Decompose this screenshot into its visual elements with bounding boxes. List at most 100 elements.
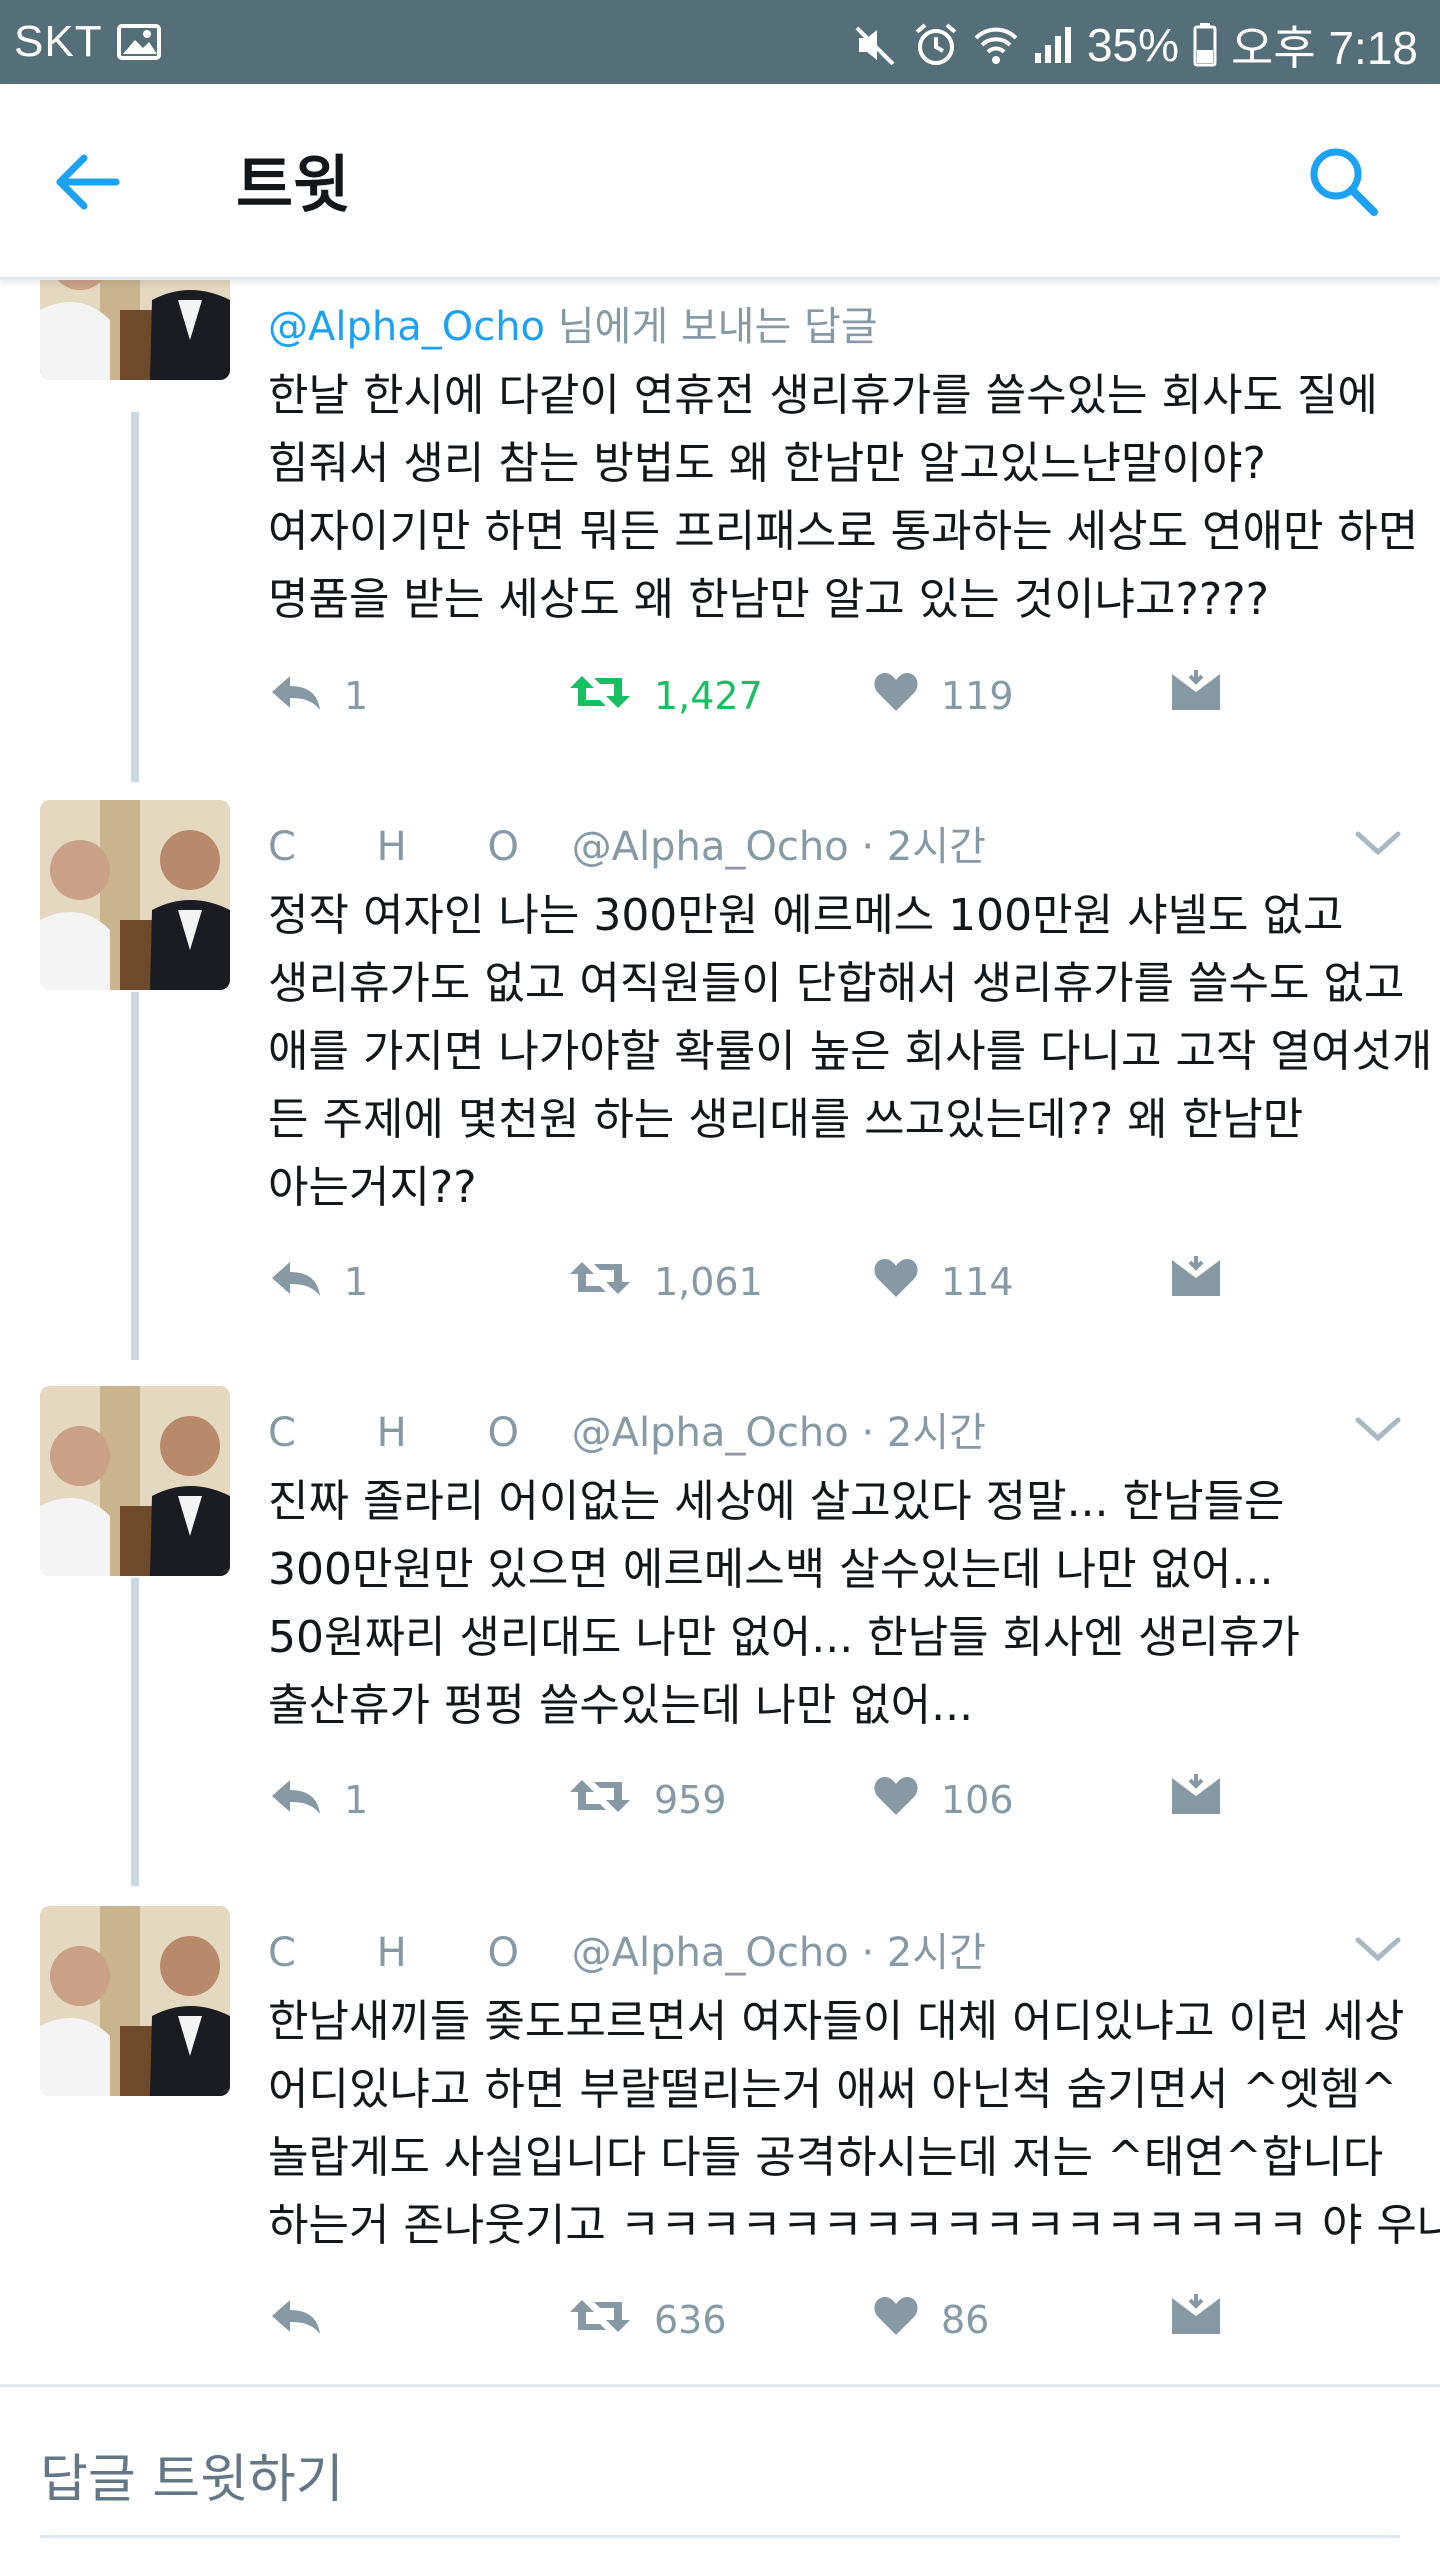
direct-message-button[interactable] <box>1170 2290 1222 2350</box>
reply-to-mention[interactable]: @Alpha_Ocho <box>268 304 545 350</box>
tweet-text-line: 든 주제에 몇천원 하는 생리대를 쓰고있는데?? 왜 한남만 <box>268 1094 1304 1145</box>
tweet-text-line: 생리휴가도 없고 여직원들이 단합해서 생리휴가를 쓸수도 없고 <box>268 958 1405 1009</box>
chevron-down-icon[interactable] <box>1354 1414 1402 1444</box>
direct-message-button[interactable] <box>1170 666 1222 726</box>
retweet-count: 959 <box>654 1778 727 1822</box>
heart-icon <box>873 671 919 722</box>
mute-icon <box>853 17 899 73</box>
like-count: 86 <box>941 2298 990 2342</box>
retweet-button[interactable]: 1,061 <box>568 1252 763 1312</box>
user-handle[interactable]: @Alpha_Ocho <box>572 1930 849 1976</box>
heart-icon <box>873 1257 919 1308</box>
clock-time: 오후 7:18 <box>1231 22 1418 74</box>
tweet-text: 한남새끼들 좆도모르면서 여자들이 대체 어디있냐고 이런 세상 어디있냐고 하… <box>268 1988 1440 2260</box>
reply-input-placeholder[interactable]: 답글 트윗하기 <box>40 2437 344 2512</box>
tweet-text-line: 한남새끼들 좆도모르면서 여자들이 대체 어디있냐고 이런 세상 <box>268 1996 1405 2047</box>
tweet-text-line: 출산휴가 펑펑 쓸수있는데 나만 없어... <box>268 1680 974 1731</box>
wifi-icon <box>973 17 1019 73</box>
reply-count: 1 <box>344 1260 369 1304</box>
tweet-actions: 1 1,061 114 <box>268 1252 1268 1312</box>
retweet-icon <box>568 672 632 721</box>
direct-message-button[interactable] <box>1170 1770 1222 1830</box>
tweet-text-line: 아는거지?? <box>268 1162 477 1213</box>
tweet-header: C H O @Alpha_Ocho · 2시간 <box>268 814 986 872</box>
search-icon[interactable] <box>1306 144 1382 220</box>
user-handle[interactable]: @Alpha_Ocho <box>572 1410 849 1456</box>
reply-button[interactable] <box>268 2290 344 2350</box>
reply-icon <box>268 1258 322 1307</box>
display-name[interactable]: C H O <box>268 1930 553 1976</box>
reply-icon <box>268 672 322 721</box>
reply-count: 1 <box>344 1778 369 1822</box>
envelope-icon <box>1170 1773 1222 1827</box>
tweet-text-line: 힘줘서 생리 참는 방법도 왜 한남만 알고있느냔말이야? <box>268 438 1266 489</box>
tweet-text: 정작 여자인 나는 300만원 에르메스 100만원 샤넬도 없고 생리휴가도 … <box>268 882 1433 1222</box>
tweet-text-line: 하는거 존나웃기고 ㅋㅋㅋㅋㅋㅋㅋㅋㅋㅋㅋㅋㅋㅋㅋㅋㅋ 야 우냐? <box>268 2200 1440 2251</box>
tweet-text-line: 정작 여자인 나는 300만원 에르메스 100만원 샤넬도 없고 <box>268 890 1344 941</box>
retweet-button[interactable]: 1,427 <box>568 666 763 726</box>
tweet-text-line: 진짜 졸라리 어이없는 세상에 살고있다 정말... 한남들은 <box>268 1476 1285 1527</box>
display-name[interactable]: C H O <box>268 1410 553 1456</box>
battery-icon <box>1193 17 1217 73</box>
tweet-text-line: 50원짜리 생리대도 나만 없어... 한남들 회사엔 생리휴가 <box>268 1612 1300 1663</box>
like-button[interactable]: 114 <box>873 1252 1014 1312</box>
gallery-icon <box>116 14 161 70</box>
tweet-text: 한날 한시에 다같이 연휴전 생리휴가를 쓸수있는 회사도 질에 힘줘서 생리 … <box>268 362 1419 634</box>
tweet-text: 진짜 졸라리 어이없는 세상에 살고있다 정말... 한남들은 300만원만 있… <box>268 1468 1388 1740</box>
reply-button[interactable]: 1 <box>268 666 368 726</box>
envelope-icon <box>1170 1255 1222 1309</box>
thread-connector <box>131 1578 139 1886</box>
display-name[interactable]: C H O <box>268 824 553 870</box>
tweet-actions: 1 1,427 119 <box>268 666 1268 726</box>
retweet-count: 1,427 <box>654 674 763 718</box>
like-button[interactable]: 119 <box>873 666 1014 726</box>
envelope-icon <box>1170 2293 1222 2347</box>
like-button[interactable]: 106 <box>873 1770 1014 1830</box>
app-bar: 트윗 <box>0 84 1440 280</box>
tweet-text-line: 한날 한시에 다같이 연휴전 생리휴가를 쓸수있는 회사도 질에 <box>268 370 1378 421</box>
reply-button[interactable]: 1 <box>268 1252 368 1312</box>
tweet-header: C H O @Alpha_Ocho · 2시간 <box>268 1400 986 1458</box>
like-count: 106 <box>941 1778 1014 1822</box>
avatar[interactable] <box>40 1906 230 2096</box>
tweet-actions: 1 959 106 <box>268 1770 1268 1830</box>
tweet-text-line: 놀랍게도 사실입니다 다들 공격하시는데 저는 ^태연^합니다 <box>268 2132 1384 2183</box>
retweet-icon <box>568 2296 632 2345</box>
envelope-icon <box>1170 669 1222 723</box>
tweet-text-line: 명품을 받는 세상도 왜 한남만 알고 있는 것이냐고???? <box>268 574 1269 625</box>
alarm-icon <box>913 17 959 73</box>
tweet-header: C H O @Alpha_Ocho · 2시간 <box>268 1920 986 1978</box>
signal-icon <box>1033 17 1073 73</box>
tweet-time: · 2시간 <box>861 1410 986 1456</box>
tweet-text-line: 300만원만 있으면 에르메스백 살수있는데 나만 없어... <box>268 1544 1274 1595</box>
avatar[interactable] <box>40 800 230 990</box>
page-title: 트윗 <box>236 148 351 221</box>
heart-icon <box>873 1775 919 1826</box>
chevron-down-icon[interactable] <box>1354 1934 1402 1964</box>
retweet-button[interactable]: 636 <box>568 2290 727 2350</box>
retweet-icon <box>568 1258 632 1307</box>
like-count: 119 <box>941 674 1014 718</box>
reply-composer[interactable]: 답글 트윗하기 <box>0 2384 1440 2560</box>
tweet-text-line: 애를 가지면 나가야할 확률이 높은 회사를 다니고 고작 열여섯개 <box>268 1026 1433 1077</box>
tweet-text-line: 여자이기만 하면 뭐든 프리패스로 통과하는 세상도 연애만 하면 <box>268 506 1419 557</box>
reply-icon <box>268 2296 322 2345</box>
thread-connector <box>131 992 139 1360</box>
status-bar: SKT 35% 오후 7:18 <box>0 0 1440 84</box>
carrier-label: SKT <box>14 17 103 66</box>
arrow-left-icon[interactable] <box>52 146 124 218</box>
thread-connector <box>131 412 139 782</box>
reply-to-line: @Alpha_Ocho 님에게 보내는 답글 <box>268 294 878 352</box>
reply-button[interactable]: 1 <box>268 1770 368 1830</box>
user-handle[interactable]: @Alpha_Ocho <box>572 824 849 870</box>
reply-icon <box>268 1776 322 1825</box>
tweet-actions: 636 86 <box>268 2290 1268 2350</box>
direct-message-button[interactable] <box>1170 1252 1222 1312</box>
like-count: 114 <box>941 1260 1014 1304</box>
retweet-count: 1,061 <box>654 1260 763 1304</box>
chevron-down-icon[interactable] <box>1354 828 1402 858</box>
battery-percent: 35% <box>1086 19 1180 71</box>
retweet-button[interactable]: 959 <box>568 1770 727 1830</box>
avatar[interactable] <box>40 1386 230 1576</box>
like-button[interactable]: 86 <box>873 2290 989 2350</box>
